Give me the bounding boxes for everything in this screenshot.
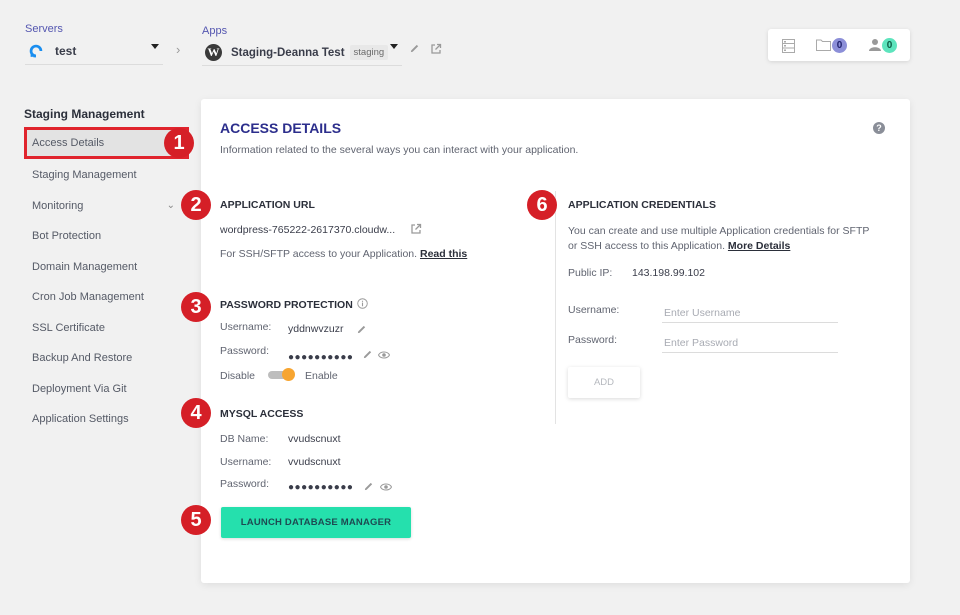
- servers-label: Servers: [25, 23, 63, 35]
- credentials-desc-line1: You can create and use multiple Applicat…: [568, 225, 870, 237]
- step-marker-3: 3: [181, 292, 211, 322]
- password-protection-toggle[interactable]: [268, 368, 295, 381]
- chevron-down-icon[interactable]: [390, 44, 398, 49]
- toggle-knob: [282, 368, 295, 381]
- sidebar-item-monitoring[interactable]: Monitoring ⌄: [24, 190, 189, 221]
- cred-username-label: Username:: [568, 304, 620, 316]
- read-this-link[interactable]: Read this: [420, 248, 467, 260]
- pp-password-label: Password:: [220, 345, 270, 357]
- server-select[interactable]: test: [25, 38, 163, 65]
- application-url-title: APPLICATION URL: [220, 199, 315, 211]
- header-widget: 0 0: [768, 29, 910, 61]
- add-credential-button[interactable]: ADD: [568, 367, 640, 398]
- page-title: ACCESS DETAILS: [220, 120, 342, 136]
- edit-icon[interactable]: [356, 324, 367, 335]
- mysql-access-title: MYSQL ACCESS: [220, 408, 304, 420]
- db-name-label: DB Name:: [220, 433, 269, 445]
- step-marker-2: 2: [181, 190, 211, 220]
- cred-password-input[interactable]: [662, 333, 838, 353]
- wordpress-icon: W: [205, 44, 222, 61]
- pp-username-value: yddnwvzuzr: [288, 323, 344, 335]
- sidebar-item-application-settings[interactable]: Application Settings: [24, 403, 189, 434]
- sidebar-item-backup-and-restore[interactable]: Backup And Restore: [24, 342, 189, 373]
- sidebar-item-deployment-via-git[interactable]: Deployment Via Git: [24, 373, 189, 404]
- edit-icon[interactable]: [362, 349, 373, 360]
- credentials-desc-line2: or SSH access to this Application. More …: [568, 240, 790, 252]
- sidebar-item-cron-job-management[interactable]: Cron Job Management: [24, 281, 189, 312]
- launch-database-manager-button[interactable]: LAUNCH DATABASE MANAGER: [221, 507, 411, 538]
- step-marker-6: 6: [527, 190, 557, 220]
- edit-icon[interactable]: [363, 481, 374, 492]
- external-link-icon[interactable]: [410, 223, 422, 235]
- mysql-password-value: ●●●●●●●●●●: [288, 482, 354, 493]
- eye-icon[interactable]: [378, 350, 390, 360]
- sidebar: Access Details Staging Management Monito…: [24, 127, 189, 434]
- breadcrumb-separator-icon: ›: [176, 42, 181, 57]
- step-marker-4: 4: [181, 398, 211, 428]
- ssh-info-text: For SSH/SFTP access to your Application.…: [220, 248, 467, 260]
- app-select[interactable]: W Staging-Deanna Test staging: [202, 40, 402, 66]
- edit-icon[interactable]: [409, 43, 420, 54]
- application-credentials-title: APPLICATION CREDENTIALS: [568, 199, 716, 211]
- external-link-icon[interactable]: [430, 43, 442, 55]
- server-name: test: [55, 44, 77, 58]
- chevron-down-icon: [151, 44, 159, 49]
- ssh-info-label: For SSH/SFTP access to your Application.: [220, 248, 418, 260]
- page-subtitle: Information related to the several ways …: [220, 144, 579, 156]
- app-name: Staging-Deanna Test: [231, 46, 345, 59]
- user-count-badge: 0: [882, 38, 897, 53]
- application-url: wordpress-765222-2617370.cloudw...: [220, 224, 396, 236]
- mysql-username-label: Username:: [220, 456, 272, 468]
- section-divider: [555, 191, 556, 424]
- help-icon[interactable]: ?: [873, 122, 885, 134]
- folder-icon[interactable]: [816, 39, 831, 51]
- pp-username-label: Username:: [220, 321, 272, 333]
- access-details-card: ACCESS DETAILS Information related to th…: [201, 99, 910, 583]
- step-marker-1: 1: [164, 128, 194, 158]
- mysql-password-label: Password:: [220, 478, 270, 490]
- sidebar-title: Staging Management: [24, 107, 145, 121]
- user-icon[interactable]: [869, 38, 881, 52]
- sidebar-item-ssl-certificate[interactable]: SSL Certificate: [24, 312, 189, 343]
- more-details-link[interactable]: More Details: [728, 240, 790, 252]
- sidebar-item-bot-protection[interactable]: Bot Protection: [24, 220, 189, 251]
- cred-password-label: Password:: [568, 334, 618, 346]
- credentials-desc-text: or SSH access to this Application.: [568, 240, 725, 252]
- pp-password-value: ●●●●●●●●●●: [288, 352, 354, 363]
- public-ip-value: 143.198.99.102: [632, 267, 705, 279]
- sidebar-item-label: Monitoring: [32, 199, 84, 212]
- apps-label: Apps: [202, 25, 228, 37]
- db-name-value: vvudscnuxt: [288, 433, 341, 445]
- sidebar-item-domain-management[interactable]: Domain Management: [24, 251, 189, 282]
- sidebar-item-staging-management[interactable]: Staging Management: [24, 159, 189, 190]
- chevron-down-icon: ⌄: [166, 199, 175, 211]
- password-protection-title: PASSWORD PROTECTION: [220, 299, 353, 311]
- mysql-username-value: vvudscnuxt: [288, 456, 341, 468]
- enable-label: Enable: [305, 370, 338, 382]
- eye-icon[interactable]: [380, 482, 392, 492]
- info-icon[interactable]: [357, 298, 368, 309]
- step-marker-5: 5: [181, 505, 211, 535]
- app-env-badge: staging: [349, 45, 389, 60]
- public-ip-label: Public IP:: [568, 267, 613, 279]
- disable-label: Disable: [220, 370, 256, 382]
- folder-count-badge: 0: [832, 38, 847, 53]
- list-icon[interactable]: [782, 39, 795, 53]
- digitalocean-icon: [29, 44, 43, 58]
- cred-username-input[interactable]: [662, 303, 838, 323]
